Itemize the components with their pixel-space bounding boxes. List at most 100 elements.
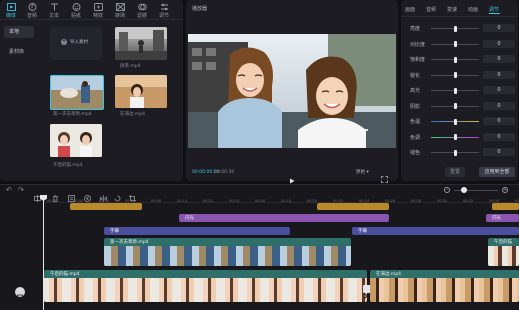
- adjust-row-slider-knob[interactable]: [453, 87, 457, 94]
- split-button[interactable]: [34, 187, 41, 202]
- media-caption-cat: 午后的猫.mp4: [53, 163, 83, 168]
- player-time-total: 00:00:36: [214, 170, 235, 175]
- tab-adjust[interactable]: 调节: [489, 6, 499, 13]
- redo-button[interactable]: ↷: [18, 186, 24, 194]
- adjust-row-value[interactable]: 0: [483, 148, 515, 156]
- toolbar-media[interactable]: 媒体: [1, 3, 21, 19]
- sidebar-item-library[interactable]: 素材库: [4, 46, 34, 58]
- media-thumb-grassland[interactable]: [50, 75, 104, 110]
- tab-picture[interactable]: 画面: [405, 6, 415, 13]
- overlay-clip-frames: [104, 246, 351, 266]
- ruler-tick-label: 00:28: [411, 199, 422, 203]
- main-clip-seaside[interactable]: 在海边.mp4: [370, 270, 519, 302]
- toolbar-filter[interactable]: 滤镜: [132, 3, 152, 19]
- media-thumb-street[interactable]: [115, 27, 167, 60]
- adjust-row-value[interactable]: 0: [483, 55, 515, 63]
- reverse-button[interactable]: [84, 187, 91, 202]
- ruler-tick-label: 00:10: [177, 199, 188, 203]
- sticker-clip-3[interactable]: [492, 203, 519, 210]
- adjust-row-value[interactable]: 0: [483, 117, 515, 125]
- sticker-clip-2[interactable]: [317, 203, 389, 210]
- text-clip-1[interactable]: 字幕: [104, 227, 290, 235]
- adjust-row-slider[interactable]: [431, 118, 479, 125]
- zoom-slider-knob[interactable]: [461, 187, 467, 193]
- adjust-row-slider[interactable]: [431, 41, 479, 47]
- adjust-icon: [160, 3, 168, 11]
- adjust-row-value[interactable]: 0: [483, 70, 515, 79]
- adjust-row-slider-knob[interactable]: [453, 41, 457, 47]
- split-icon: [34, 195, 41, 202]
- media-caption-seaside: 在海边.mp4: [120, 112, 146, 117]
- effects-icon: [93, 3, 103, 11]
- crop-button[interactable]: [129, 187, 136, 202]
- adjust-row-value[interactable]: 0: [483, 86, 515, 94]
- ruler-tick-label: 00:20: [307, 199, 318, 203]
- playhead[interactable]: [43, 196, 44, 310]
- adjust-row-label: 色温: [410, 119, 421, 125]
- toolbar-audio[interactable]: 音频: [22, 3, 42, 19]
- effect-clip-2[interactable]: 闪光: [486, 214, 519, 222]
- zoom-out-button[interactable]: -: [444, 187, 450, 193]
- adjust-row-slider[interactable]: [431, 87, 479, 94]
- adjust-row-slider[interactable]: [431, 25, 479, 32]
- main-clip-cat[interactable]: 午后的猫.mp4: [44, 270, 367, 302]
- ruler-tick-label: 00:16: [255, 199, 266, 203]
- toolbar-sticker[interactable]: 贴纸: [66, 3, 86, 19]
- text-clip-2[interactable]: 字幕: [352, 227, 519, 235]
- tab-speed[interactable]: 变速: [447, 6, 457, 13]
- reset-button[interactable]: 重置: [445, 167, 465, 177]
- adjust-row-slider-knob[interactable]: [453, 134, 457, 140]
- adjust-row-slider-knob[interactable]: [453, 103, 457, 109]
- import-label: 导入素材: [70, 40, 88, 45]
- media-thumb-cat[interactable]: [50, 124, 102, 157]
- adjust-row-slider[interactable]: [431, 149, 479, 156]
- toolbar-adjust[interactable]: 调节: [154, 3, 174, 19]
- effect-clip-1[interactable]: 闪光: [179, 214, 389, 222]
- transition-icon: [115, 3, 125, 11]
- adjust-row-value[interactable]: 0: [483, 132, 515, 141]
- delete-button[interactable]: [52, 187, 59, 202]
- adjust-row-slider-knob[interactable]: [453, 149, 457, 156]
- mirror-button[interactable]: [100, 187, 107, 202]
- play-button[interactable]: [289, 169, 295, 184]
- tab-animation[interactable]: 动画: [468, 6, 478, 13]
- adjust-row-label: 饱和度: [410, 57, 426, 63]
- apply-all-button[interactable]: 应用到全部: [479, 167, 515, 177]
- adjust-row-slider-knob[interactable]: [453, 25, 457, 32]
- fullscreen-button[interactable]: [381, 168, 388, 183]
- tab-adjust-underline: [489, 13, 500, 14]
- adjust-row-slider[interactable]: [431, 103, 479, 109]
- import-button[interactable]: + 导入素材: [50, 27, 102, 60]
- adjust-row-slider-knob[interactable]: [453, 118, 457, 125]
- adjust-row-value[interactable]: 0: [483, 101, 515, 110]
- adjust-row-value[interactable]: 0: [483, 39, 515, 48]
- toolbar-transition[interactable]: 转场: [110, 3, 130, 19]
- adjust-row-value[interactable]: 0: [483, 24, 515, 32]
- rotate-button[interactable]: [114, 187, 121, 202]
- overlay-clip-cat[interactable]: 午后的猫: [488, 238, 519, 266]
- adjust-row-label: 对比度: [410, 41, 426, 48]
- toolbar-effects[interactable]: 特效: [88, 3, 108, 19]
- undo-button[interactable]: ↶: [6, 186, 12, 194]
- text-icon: [50, 3, 58, 11]
- adjust-row-slider[interactable]: [431, 72, 479, 78]
- main-track-cover-button[interactable]: [15, 287, 25, 300]
- tab-audio[interactable]: 音频: [426, 6, 436, 13]
- adjust-row-slider-knob[interactable]: [453, 72, 457, 78]
- adjust-row-slider-knob[interactable]: [453, 56, 457, 63]
- adjust-row-slider[interactable]: [431, 134, 479, 140]
- media-thumb-seaside[interactable]: [115, 75, 167, 108]
- adjust-row-slider[interactable]: [431, 56, 479, 63]
- zoom-in-button[interactable]: +: [502, 187, 508, 193]
- toolbar-text-label: 文本: [48, 13, 59, 19]
- toolbar-sticker-label: 贴纸: [70, 13, 81, 19]
- toolbar-text[interactable]: 文本: [44, 3, 64, 19]
- toolbar-transition-label: 转场: [114, 13, 125, 19]
- ruler-tick-label: 00:30: [437, 199, 448, 203]
- overlay-clip-grassland[interactable]: 第一次去草原.mp4: [104, 238, 351, 266]
- ratio-select[interactable]: 原始 ▾: [356, 169, 369, 175]
- adjust-row-label: 色调: [410, 134, 421, 141]
- sticker-clip-1[interactable]: [70, 203, 142, 210]
- freeze-button[interactable]: [68, 187, 75, 202]
- sidebar-item-local[interactable]: 本地: [4, 26, 34, 38]
